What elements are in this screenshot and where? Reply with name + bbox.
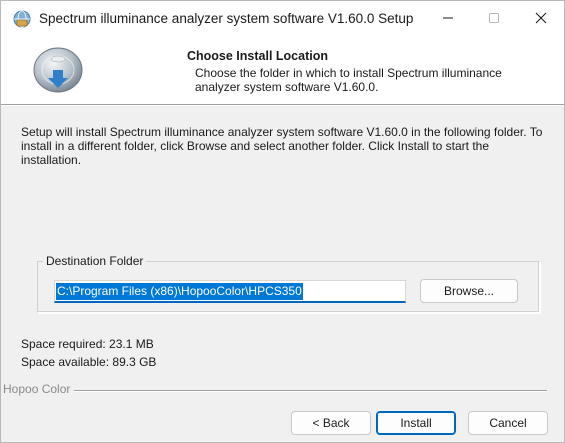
destination-folder-label: Destination Folder	[43, 254, 147, 268]
header-title: Choose Install Location	[187, 49, 328, 63]
brand-label: Hopoo Color	[3, 382, 75, 396]
installer-globe-icon	[13, 10, 31, 28]
close-button[interactable]	[518, 1, 564, 38]
install-description: Setup will install Spectrum illuminance …	[21, 125, 543, 167]
window-title: Spectrum illuminance analyzer system sof…	[39, 11, 414, 26]
maximize-button[interactable]	[471, 1, 517, 38]
maximize-icon	[488, 12, 500, 27]
install-disc-icon	[32, 46, 84, 96]
minimize-button[interactable]	[425, 1, 471, 38]
space-required: Space required: 23.1 MB	[21, 337, 154, 351]
close-icon	[535, 12, 547, 27]
back-button[interactable]: < Back	[291, 411, 371, 435]
minimize-icon	[442, 12, 454, 27]
header-divider	[1, 105, 564, 106]
destination-path-text: C:\Program Files (x86)\HopooColor\HPCS35…	[56, 283, 303, 300]
space-available: Space available: 89.3 GB	[21, 355, 157, 369]
browse-button[interactable]: Browse...	[420, 279, 518, 303]
header-banner: Choose Install Location Choose the folde…	[1, 38, 564, 105]
header-subtitle: Choose the folder in which to install Sp…	[195, 66, 502, 94]
cancel-button[interactable]: Cancel	[468, 411, 548, 435]
setup-window: Spectrum illuminance analyzer system sof…	[0, 0, 565, 443]
install-button[interactable]: Install	[376, 411, 456, 435]
title-bar[interactable]: Spectrum illuminance analyzer system sof…	[1, 1, 564, 38]
destination-path-input[interactable]: C:\Program Files (x86)\HopooColor\HPCS35…	[54, 280, 406, 303]
footer-divider	[3, 390, 547, 392]
